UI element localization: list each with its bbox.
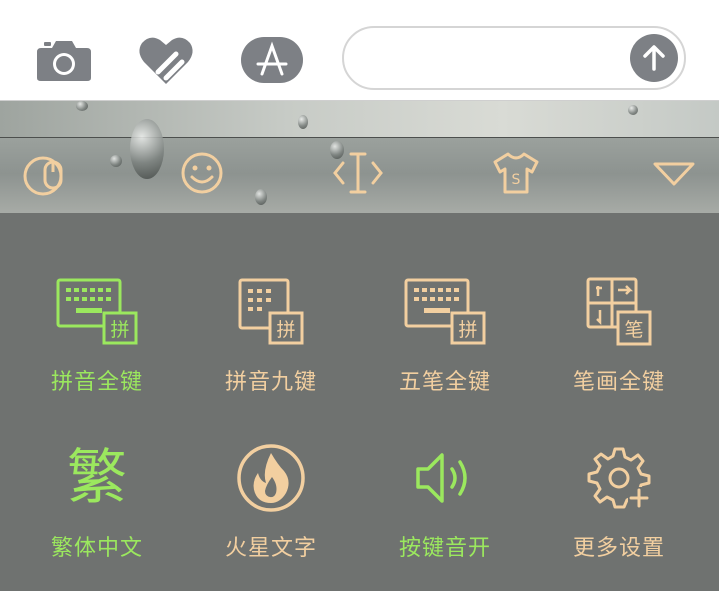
svg-text:拼: 拼 <box>276 319 295 341</box>
more-settings-gear-icon <box>569 434 669 522</box>
message-input[interactable] <box>342 26 686 90</box>
stroke-full-keyboard-icon: 笔 <box>569 268 669 356</box>
svg-text:拼: 拼 <box>458 319 477 341</box>
keyboard-toolbar: S <box>0 101 719 213</box>
camera-icon[interactable] <box>32 28 96 92</box>
menu-item-label: 拼音九键 <box>224 370 317 395</box>
traditional-chinese-icon: 繁 <box>47 434 147 522</box>
svg-text:S: S <box>512 172 521 188</box>
rain-drop <box>110 155 122 167</box>
menu-item-label: 繁体中文 <box>50 536 143 561</box>
menu-item-label: 笔画全键 <box>572 370 665 395</box>
menu-item-label: 按键音开 <box>398 536 491 561</box>
message-bar <box>0 0 719 101</box>
menu-item-label: 拼音全键 <box>50 370 143 395</box>
arrow-up-icon <box>643 45 665 71</box>
traditional-glyph: 繁 <box>67 443 127 513</box>
menu-item-mars-text[interactable]: 火星文字 <box>184 426 358 586</box>
pinyin-full-keyboard-icon: 拼 <box>47 268 147 356</box>
pinyin-nine-key-icon: 拼 <box>221 268 321 356</box>
menu-item-key-sound[interactable]: 按键音开 <box>358 426 532 586</box>
menu-item-pinyin-full[interactable]: 拼 拼音全键 <box>10 260 184 420</box>
svg-text:笔: 笔 <box>624 319 643 341</box>
menu-item-label: 五笔全键 <box>398 370 491 395</box>
menu-item-label: 火星文字 <box>224 536 317 561</box>
mars-text-flame-icon <box>221 434 321 522</box>
send-button[interactable] <box>630 34 678 82</box>
menu-item-label: 更多设置 <box>572 536 665 561</box>
menu-item-pinyin-nine[interactable]: 拼 拼音九键 <box>184 260 358 420</box>
menu-item-traditional-chinese[interactable]: 繁 繁体中文 <box>10 426 184 586</box>
emoji-icon[interactable] <box>170 141 234 205</box>
rain-drop <box>76 101 88 111</box>
rain-drop <box>130 119 164 179</box>
keyboard-logo-icon[interactable] <box>14 141 78 205</box>
skin-shirt-icon[interactable]: S <box>484 141 548 205</box>
menu-item-more-settings[interactable]: 更多设置 <box>532 426 706 586</box>
cursor-icon[interactable] <box>326 141 390 205</box>
rain-drop <box>255 189 267 205</box>
menu-item-wubi-full[interactable]: 拼 五笔全键 <box>358 260 532 420</box>
svg-text:拼: 拼 <box>110 319 129 341</box>
app-store-icon[interactable] <box>240 28 304 92</box>
menu-item-stroke-full[interactable]: 笔 笔画全键 <box>532 260 706 420</box>
key-sound-on-icon <box>395 434 495 522</box>
rain-drop <box>628 105 638 115</box>
heart-stickers-icon[interactable] <box>134 28 198 92</box>
collapse-triangle-icon[interactable] <box>642 141 706 205</box>
rain-glass-band <box>0 101 719 138</box>
keyboard-menu-grid: 拼 拼音全键 拼 拼音九键 拼 五笔全键 笔 笔画全键 繁 繁体中文 火星文字 … <box>0 214 719 591</box>
rain-drop <box>298 115 308 129</box>
wubi-full-keyboard-icon: 拼 <box>395 268 495 356</box>
